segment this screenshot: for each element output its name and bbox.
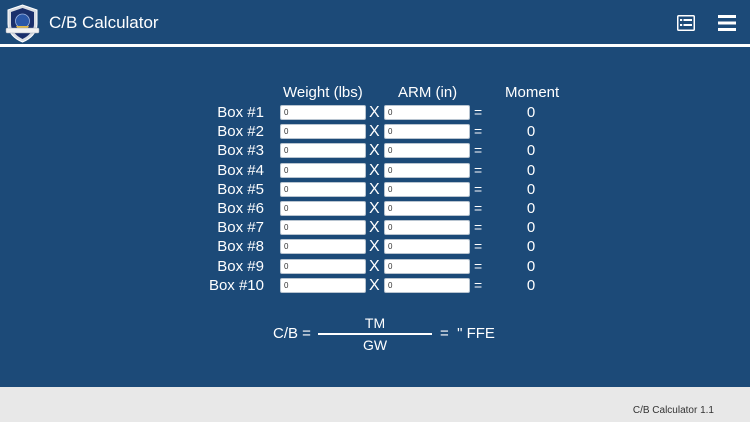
- box-row: Box #3 X = 0: [0, 141, 750, 160]
- weight-input[interactable]: [280, 124, 366, 140]
- box-label: Box #6: [217, 199, 264, 217]
- weight-input[interactable]: [280, 143, 366, 159]
- version-label: C/B Calculator 1.1: [632, 405, 714, 416]
- formula-numerator: TM: [364, 315, 386, 331]
- arm-input[interactable]: [384, 143, 470, 159]
- equals-sign: =: [474, 180, 483, 197]
- multiply-sign: X: [369, 219, 380, 237]
- shield-logo-icon: [5, 4, 40, 43]
- box-row: Box #6 X = 0: [0, 199, 750, 218]
- moment-column-header: Moment: [505, 84, 560, 101]
- box-row: Box #2 X = 0: [0, 122, 750, 141]
- equals-sign: =: [474, 219, 483, 236]
- moment-value: 0: [526, 123, 536, 141]
- multiply-sign: X: [369, 161, 380, 179]
- box-row: Box #4 X = 0: [0, 161, 750, 180]
- weight-column-header: Weight (lbs): [283, 84, 363, 101]
- box-label: Box #10: [208, 276, 264, 294]
- moment-value: 0: [526, 180, 536, 198]
- equals-sign: =: [474, 276, 483, 293]
- moment-value: 0: [526, 104, 536, 121]
- equals-sign: =: [474, 142, 483, 159]
- cb-result: = " FFE: [440, 325, 495, 342]
- equals-sign: =: [474, 199, 483, 216]
- arm-input[interactable]: [384, 124, 470, 140]
- multiply-sign: X: [369, 142, 380, 160]
- app-bar: C/B Calculator: [0, 0, 750, 45]
- fraction-line: [318, 333, 432, 335]
- formula-denominator: GW: [362, 337, 388, 353]
- moment-value: 0: [526, 142, 536, 160]
- weight-input[interactable]: [280, 200, 366, 216]
- box-row: Box #10 X = 0: [0, 276, 750, 295]
- weight-input[interactable]: [280, 105, 366, 120]
- box-label: Box #8: [217, 238, 264, 256]
- equals-sign: =: [474, 161, 483, 178]
- moment-value: 0: [526, 219, 536, 237]
- equals-sign: =: [474, 257, 483, 274]
- box-row: Box #7 X = 0: [0, 218, 750, 237]
- arm-input[interactable]: [384, 239, 470, 255]
- arm-input[interactable]: [384, 277, 470, 293]
- list-view-icon[interactable]: [677, 15, 695, 31]
- weight-input[interactable]: [280, 220, 366, 236]
- weight-input[interactable]: [280, 239, 366, 255]
- footer-bar: C/B Calculator 1.1: [0, 387, 750, 422]
- equals-sign: =: [474, 104, 483, 120]
- multiply-sign: X: [369, 104, 380, 121]
- arm-input[interactable]: [384, 105, 470, 120]
- arm-input[interactable]: [384, 181, 470, 197]
- arm-column-header: ARM (in): [398, 84, 458, 101]
- box-row: Box #1 X = 0: [0, 103, 750, 122]
- box-row: Box #8 X = 0: [0, 237, 750, 256]
- multiply-sign: X: [369, 180, 380, 198]
- weight-input[interactable]: [280, 162, 366, 178]
- weight-input[interactable]: [280, 277, 366, 293]
- moment-value: 0: [526, 276, 536, 294]
- arm-input[interactable]: [384, 162, 470, 178]
- box-label: Box #4: [217, 161, 264, 179]
- moment-value: 0: [526, 161, 536, 179]
- moment-value: 0: [526, 257, 536, 275]
- box-label: Box #1: [217, 104, 264, 121]
- moment-value: 0: [526, 238, 536, 256]
- box-rows: Box #1X=0Box #2X=0Box #3X=0Box #4X=0Box …: [0, 103, 750, 295]
- weight-input[interactable]: [280, 181, 366, 197]
- multiply-sign: X: [369, 276, 380, 294]
- equals-sign: =: [474, 123, 483, 140]
- arm-input[interactable]: [384, 200, 470, 216]
- box-row: Box #5 X = 0: [0, 180, 750, 199]
- app-title: C/B Calculator: [49, 13, 159, 32]
- multiply-sign: X: [369, 199, 380, 217]
- box-label: Box #5: [217, 180, 264, 198]
- header-divider: [0, 44, 750, 47]
- arm-input[interactable]: [384, 258, 470, 274]
- box-label: Box #7: [217, 219, 264, 237]
- hamburger-menu-icon[interactable]: [718, 15, 736, 31]
- multiply-sign: X: [369, 257, 380, 275]
- multiply-sign: X: [369, 123, 380, 141]
- box-label: Box #9: [217, 257, 264, 275]
- cb-formula-label: C/B =: [273, 325, 311, 342]
- moment-value: 0: [526, 199, 536, 217]
- multiply-sign: X: [369, 238, 380, 256]
- arm-input[interactable]: [384, 220, 470, 236]
- box-row: Box #9 X = 0: [0, 257, 750, 276]
- box-label: Box #2: [217, 123, 264, 141]
- weight-input[interactable]: [280, 258, 366, 274]
- box-label: Box #3: [217, 142, 264, 160]
- equals-sign: =: [474, 238, 483, 255]
